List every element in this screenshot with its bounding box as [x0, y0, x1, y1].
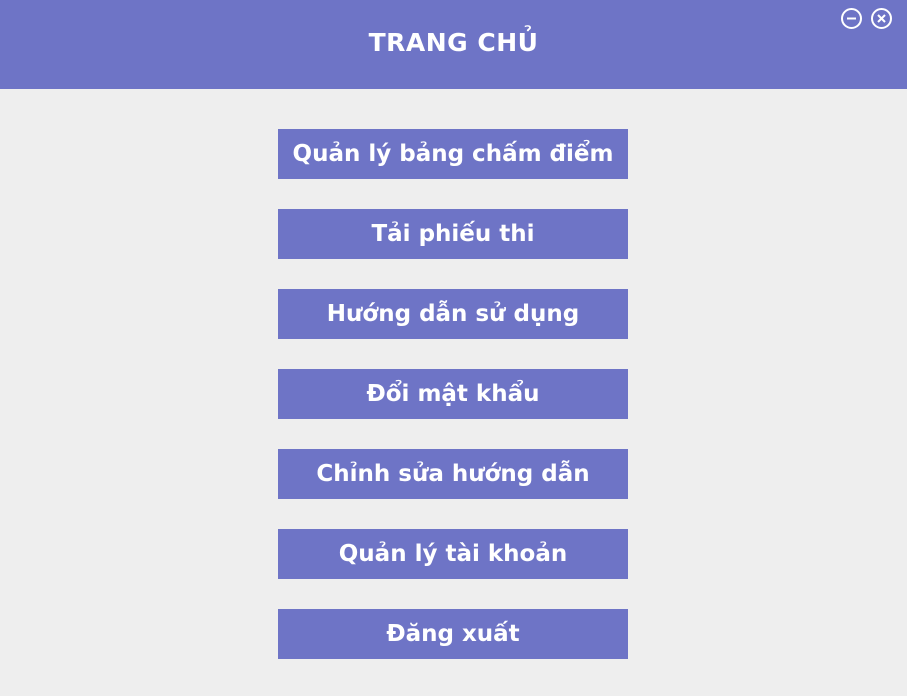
account-management-button[interactable]: Quản lý tài khoản	[278, 529, 628, 579]
logout-button[interactable]: Đăng xuất	[278, 609, 628, 659]
download-exam-form-button[interactable]: Tải phiếu thi	[278, 209, 628, 259]
main-menu: Quản lý bảng chấm điểm Tải phiếu thi Hướ…	[278, 129, 628, 689]
change-password-button[interactable]: Đổi mật khẩu	[278, 369, 628, 419]
page-title: TRANG CHỦ	[368, 28, 539, 57]
user-guide-button[interactable]: Hướng dẫn sử dụng	[278, 289, 628, 339]
close-icon	[877, 14, 886, 23]
scoring-sheet-management-button[interactable]: Quản lý bảng chấm điểm	[278, 129, 628, 179]
edit-guide-button[interactable]: Chỉnh sửa hướng dẫn	[278, 449, 628, 499]
minimize-button[interactable]	[841, 8, 862, 29]
header-bar: TRANG CHỦ	[0, 0, 907, 89]
minimize-icon	[847, 17, 856, 20]
close-button[interactable]	[871, 8, 892, 29]
